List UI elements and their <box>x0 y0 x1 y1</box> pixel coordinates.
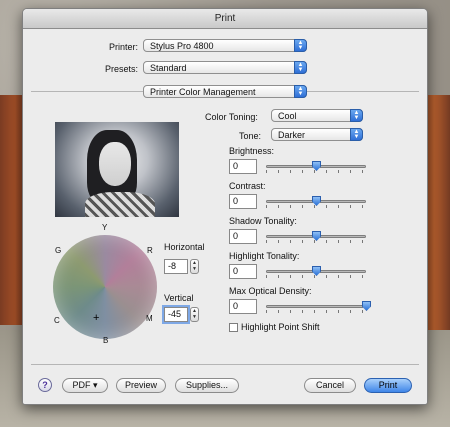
supplies-button[interactable]: Supplies... <box>175 378 239 393</box>
panel-popup[interactable]: Printer Color Management ▲ ▼ <box>143 85 307 98</box>
wheel-label-g: G <box>55 246 62 255</box>
slider-value-field[interactable]: 0 <box>229 194 257 209</box>
presets-popup-value: Standard <box>150 63 187 73</box>
presets-popup[interactable]: Standard ▲ ▼ <box>143 61 307 74</box>
slider-value-field[interactable]: 0 <box>229 299 257 314</box>
help-icon[interactable]: ? <box>38 378 52 392</box>
slider[interactable] <box>266 161 366 173</box>
horizontal-stepper[interactable]: ▲ ▼ <box>190 259 199 274</box>
pdf-button[interactable]: PDF ▾ <box>62 378 108 393</box>
wheel-label-r: R <box>147 246 153 255</box>
highlight-point-shift-label: Highlight Point Shift <box>241 322 320 332</box>
print-dialog: Print Printer: Stylus Pro 4800 ▲ ▼ Preset… <box>22 8 428 405</box>
separator-bottom <box>31 364 419 365</box>
updown-arrows-icon: ▲ ▼ <box>350 109 363 122</box>
tone-label: Tone: <box>239 131 262 141</box>
highlight-point-shift-checkbox[interactable] <box>229 323 238 332</box>
color-toning-value: Cool <box>278 111 297 121</box>
slider[interactable] <box>266 301 371 313</box>
slider-label: Highlight Tonality: <box>229 251 300 261</box>
updown-arrows-icon: ▲ ▼ <box>294 85 307 98</box>
presets-label: Presets: <box>105 64 139 74</box>
panel-popup-value: Printer Color Management <box>150 87 256 97</box>
cancel-button[interactable]: Cancel <box>304 378 356 393</box>
slider-value-field[interactable]: 0 <box>229 159 257 174</box>
horizontal-field[interactable]: -8 <box>164 259 188 274</box>
print-button[interactable]: Print <box>364 378 412 393</box>
preview-button[interactable]: Preview <box>116 378 166 393</box>
slider[interactable] <box>266 231 366 243</box>
crosshair-icon[interactable]: + <box>93 313 99 324</box>
wheel-label-y: Y <box>102 223 108 232</box>
tone-popup[interactable]: Darker ▲ ▼ <box>271 128 363 141</box>
slider-label: Max Optical Density: <box>229 286 312 296</box>
tone-value: Darker <box>278 130 306 140</box>
slider-label: Contrast: <box>229 181 266 191</box>
slider-label: Shadow Tonality: <box>229 216 297 226</box>
vertical-label: Vertical <box>164 293 194 303</box>
updown-arrows-icon: ▲ ▼ <box>294 61 307 74</box>
slider-value-field[interactable]: 0 <box>229 264 257 279</box>
updown-arrows-icon: ▲ ▼ <box>350 128 363 141</box>
horizontal-label: Horizontal <box>164 242 205 252</box>
wheel-label-c: C <box>54 316 60 325</box>
color-toning-popup[interactable]: Cool ▲ ▼ <box>271 109 363 122</box>
updown-arrows-icon: ▲ ▼ <box>294 39 307 52</box>
slider[interactable] <box>266 196 366 208</box>
color-wheel[interactable] <box>53 235 157 339</box>
color-toning-label: Color Toning: <box>205 112 258 122</box>
slider-value-field[interactable]: 0 <box>229 229 257 244</box>
vertical-field[interactable]: -45 <box>164 307 188 322</box>
wheel-label-m: M <box>146 314 153 323</box>
printer-popup-value: Stylus Pro 4800 <box>150 41 214 51</box>
printer-popup[interactable]: Stylus Pro 4800 ▲ ▼ <box>143 39 307 52</box>
printer-label: Printer: <box>109 42 139 52</box>
vertical-stepper[interactable]: ▲ ▼ <box>190 307 199 322</box>
wheel-label-b: B <box>103 336 109 345</box>
window-title: Print <box>23 9 427 29</box>
preview-photo <box>55 122 179 217</box>
slider[interactable] <box>266 266 366 278</box>
slider-label: Brightness: <box>229 146 275 156</box>
